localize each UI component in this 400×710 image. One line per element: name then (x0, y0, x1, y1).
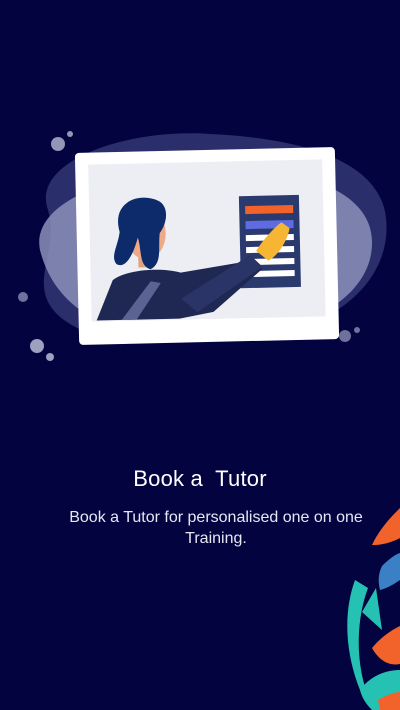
onboarding-screen: Book a Tutor Book a Tutor for personalis… (0, 0, 400, 710)
tutor-presentation-illustration (18, 131, 387, 361)
onboarding-title: Book a Tutor (133, 466, 267, 491)
pattern-corner-decoration (347, 508, 400, 710)
